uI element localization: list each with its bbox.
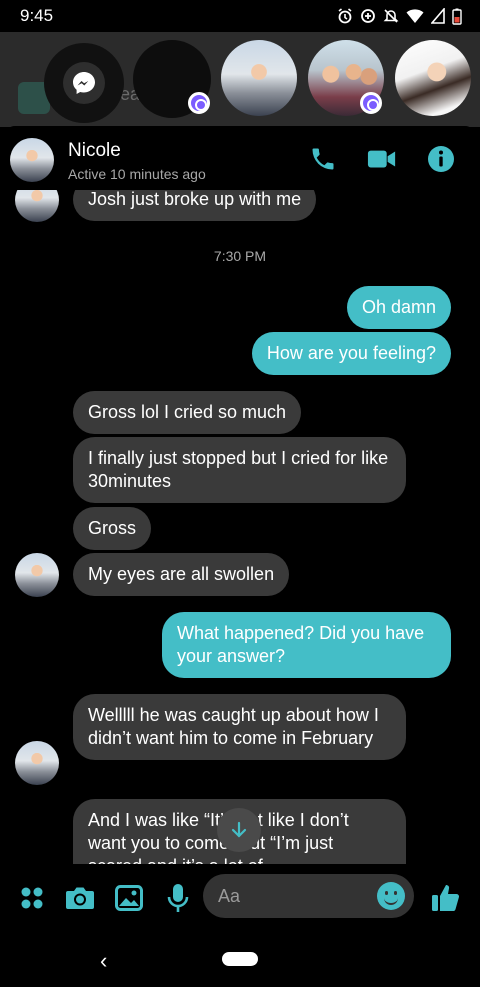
signal-icon	[431, 8, 445, 24]
message-timestamp: 7:30 PM	[213, 248, 267, 264]
active-status-icon	[188, 92, 210, 114]
status-icons	[337, 8, 462, 25]
chat-head-nicole[interactable]	[221, 40, 297, 116]
image-icon	[115, 885, 143, 911]
voice-message-button[interactable]	[162, 882, 194, 914]
message-incoming[interactable]: Gross lol I cried so much	[73, 391, 302, 434]
four-dots-icon	[21, 887, 43, 909]
message-incoming[interactable]: Josh just broke up with me	[73, 190, 317, 221]
info-button[interactable]	[426, 144, 456, 174]
emoji-icon[interactable]	[377, 882, 405, 910]
camera-icon	[66, 887, 94, 909]
message-outgoing[interactable]: How are you feeling?	[251, 332, 451, 375]
voice-call-button[interactable]	[308, 144, 338, 174]
message-outgoing[interactable]: Oh damn	[346, 286, 451, 329]
camera-button[interactable]	[64, 882, 96, 914]
messenger-icon	[63, 62, 105, 104]
alarm-icon	[338, 8, 352, 24]
home-button[interactable]	[222, 952, 258, 966]
messenger-chat-head[interactable]	[44, 43, 124, 123]
chat-header: Nicole Active 10 minutes ago	[0, 126, 480, 190]
microphone-icon	[167, 884, 189, 912]
video-call-button[interactable]	[367, 144, 397, 174]
contact-avatar[interactable]	[10, 138, 54, 182]
navigation-bar: ‹	[0, 932, 480, 987]
gallery-button[interactable]	[113, 882, 145, 914]
data-saver-icon	[361, 9, 375, 23]
message-composer	[0, 864, 480, 932]
message-outgoing[interactable]: What happened? Did you have your answer?	[162, 612, 451, 678]
scroll-to-bottom-button[interactable]	[217, 808, 261, 852]
message-list[interactable]: Josh just broke up with me 7:30 PM Oh da…	[0, 190, 480, 864]
message-incoming[interactable]: I finally just stopped but I cried for l…	[73, 437, 406, 503]
contact-avatar-small	[15, 553, 59, 597]
like-button[interactable]	[430, 882, 462, 914]
message-incoming[interactable]: Gross	[73, 507, 152, 550]
battery-icon	[452, 8, 462, 25]
chat-head-contact[interactable]	[395, 40, 471, 116]
message-incoming[interactable]: My eyes are all swollen	[73, 553, 290, 596]
back-icon[interactable]: ‹	[100, 948, 107, 974]
status-time: 9:45	[20, 6, 54, 25]
chat-panel: Nicole Active 10 minutes ago Josh just b…	[0, 126, 480, 932]
contact-name[interactable]: Nicole	[68, 140, 121, 162]
info-icon	[428, 146, 454, 172]
thumbs-up-icon	[432, 885, 459, 912]
message-incoming[interactable]: Welllll he was caught up about how I did…	[73, 694, 406, 760]
notifications-off-icon	[383, 9, 399, 23]
active-status: Active 10 minutes ago	[68, 166, 206, 182]
wifi-icon	[406, 9, 424, 23]
more-actions-button[interactable]	[16, 882, 48, 914]
arrow-down-icon	[231, 821, 247, 838]
status-bar: 9:45	[0, 0, 480, 32]
contact-avatar-small	[15, 741, 59, 785]
contact-avatar-small	[15, 190, 59, 222]
active-status-icon	[360, 92, 382, 114]
phone-icon	[312, 148, 334, 170]
video-camera-icon	[367, 150, 396, 168]
